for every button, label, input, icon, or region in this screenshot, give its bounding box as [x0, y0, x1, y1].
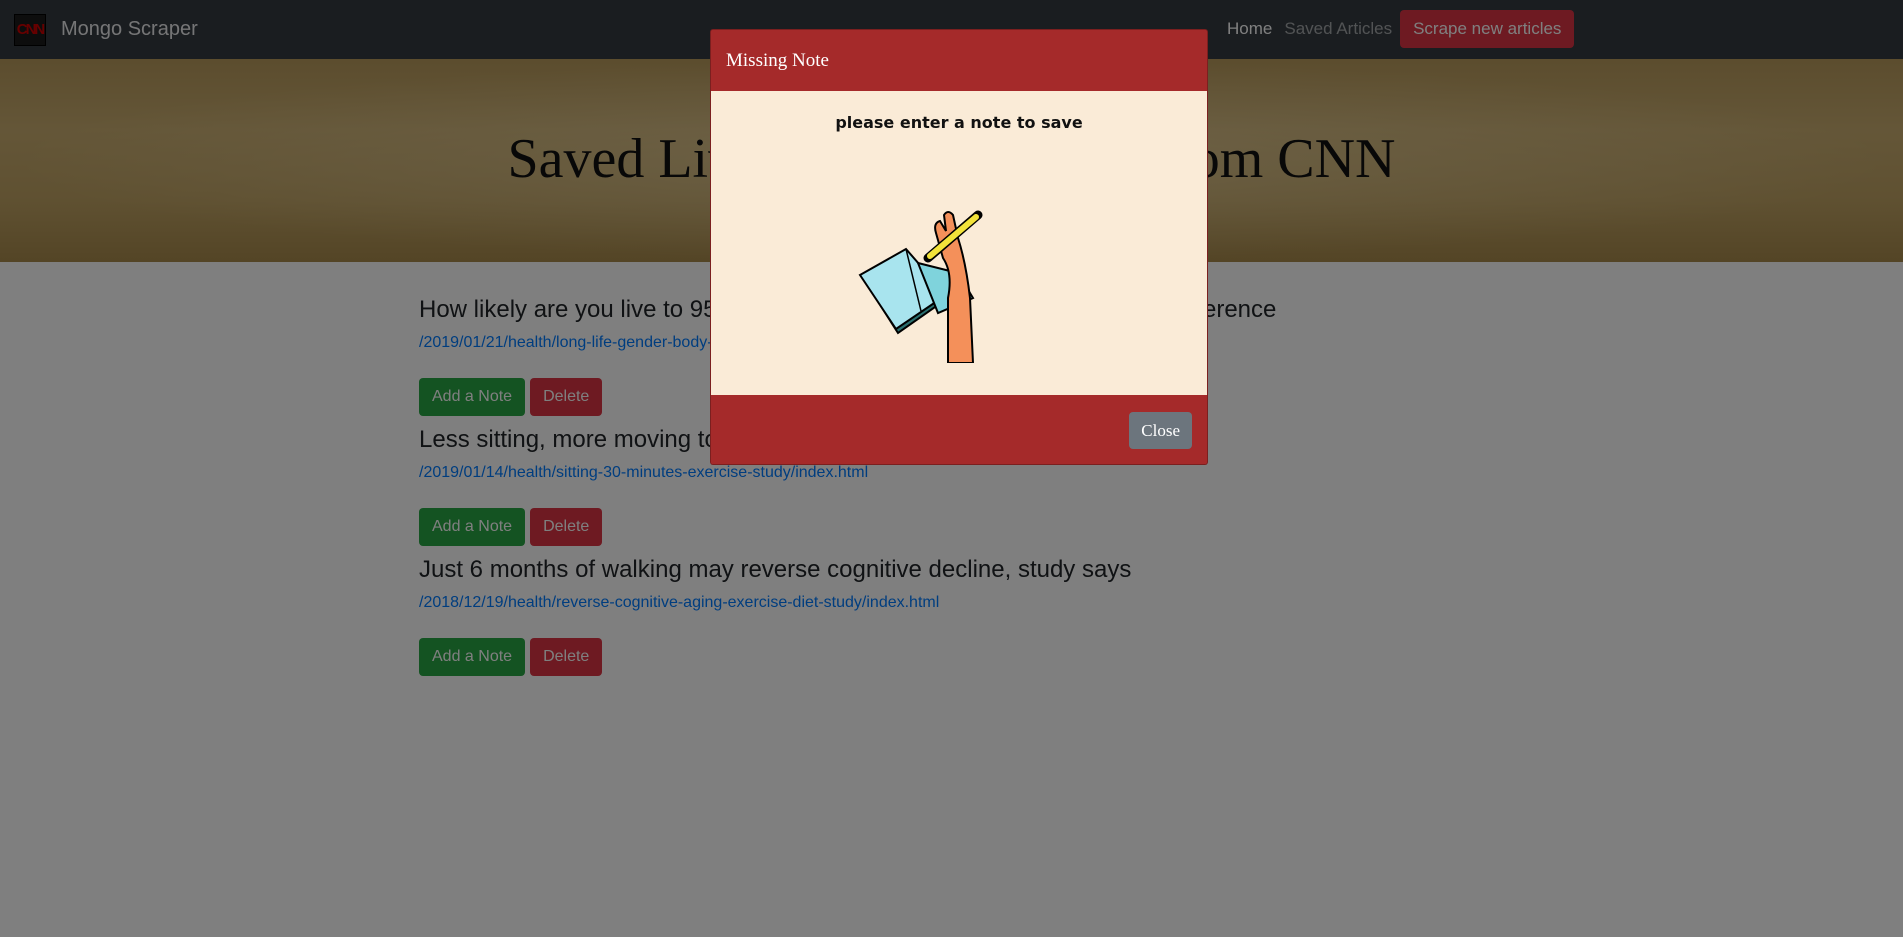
modal-title: Missing Note	[726, 49, 829, 71]
modal-footer: Close	[711, 395, 1207, 464]
modal-message: please enter a note to save	[835, 113, 1083, 132]
modal-body: please enter a note to save	[711, 91, 1207, 395]
missing-note-modal: Missing Note please enter a note to save…	[710, 29, 1208, 465]
hand-writing-notebook-icon	[858, 210, 983, 363]
modal-header: Missing Note	[711, 30, 1207, 91]
close-button[interactable]: Close	[1129, 412, 1192, 449]
